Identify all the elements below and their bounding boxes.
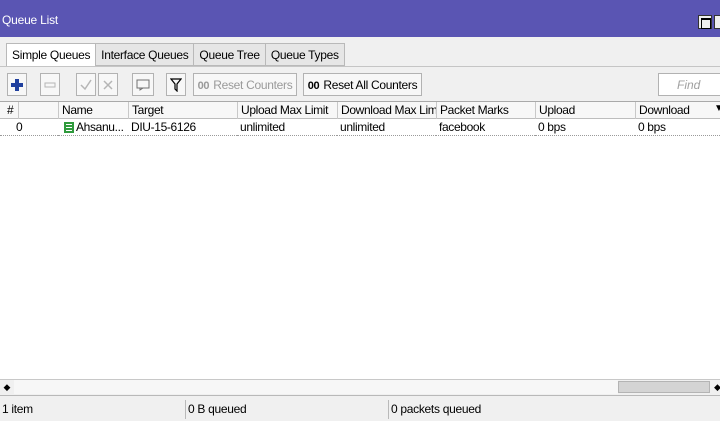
reset-counters-label: Reset Counters (213, 77, 293, 92)
row-upload-max-limit: unlimited (237, 119, 337, 136)
row-upload: 0 bps (535, 119, 635, 136)
scroll-track[interactable] (14, 380, 618, 394)
status-bytes-queued: 0 B queued (185, 400, 388, 419)
column-header-spacer (18, 102, 58, 119)
status-packets-queued: 0 packets queued (388, 400, 720, 419)
maximize-button[interactable] (698, 15, 712, 29)
filter-icon (170, 77, 182, 92)
reset-all-counters-button[interactable]: 00 Reset All Counters (303, 73, 422, 96)
title-bar: Queue List (0, 0, 720, 37)
add-button[interactable] (7, 73, 27, 96)
status-item-count: 1 item (2, 402, 33, 416)
toolbar: 00 Reset Counters 00 Reset All Counters Fi… (0, 66, 720, 100)
column-header-upload[interactable]: Upload (535, 102, 635, 119)
reset-counters-icon: 00 (197, 79, 210, 92)
horizontal-scrollbar[interactable]: ◆ ◆ (0, 379, 720, 394)
queue-name: Ahsanu... (76, 120, 124, 134)
column-header-upload-max-limit[interactable]: Upload Max Limit (237, 102, 337, 119)
row-download: 0 bps (635, 119, 720, 136)
disable-button[interactable] (98, 73, 118, 96)
reset-counters-button[interactable]: 00 Reset Counters (193, 73, 297, 96)
row-name: Ahsanu... (58, 119, 128, 136)
tab-interface-queues[interactable]: Interface Queues (96, 43, 195, 66)
column-header-target[interactable]: Target (128, 102, 237, 119)
tab-bar: Simple Queues Interface Queues Queue Tre… (6, 43, 345, 67)
plus-icon (11, 78, 23, 91)
row-packet-marks: facebook (436, 119, 535, 136)
reset-all-counters-icon: 00 (307, 79, 320, 92)
reset-all-counters-label: Reset All Counters (323, 77, 418, 92)
scroll-left-arrow-icon[interactable]: ◆ (0, 380, 14, 394)
find-input[interactable]: Find (658, 73, 720, 96)
column-header-name[interactable]: Name (58, 102, 128, 119)
column-header-download-max-limit[interactable]: Download Max Limit (337, 102, 436, 119)
window-title: Queue List (2, 13, 59, 27)
scroll-thumb[interactable] (618, 381, 710, 393)
close-button[interactable] (714, 15, 720, 29)
column-header-download[interactable]: Download (635, 102, 709, 119)
remove-button[interactable] (40, 73, 60, 96)
status-bar: 1 item 0 B queued 0 packets queued (0, 395, 720, 421)
enable-button[interactable] (76, 73, 96, 96)
queue-table: # Name Target Upload Max Limit Download … (0, 101, 720, 379)
window-body: Simple Queues Interface Queues Queue Tre… (0, 37, 720, 421)
row-number: 0 (0, 119, 58, 136)
column-header-number[interactable]: # (0, 102, 18, 119)
x-icon (103, 79, 113, 90)
filter-button[interactable] (166, 73, 186, 96)
column-header-packet-marks[interactable]: Packet Marks (436, 102, 535, 119)
check-icon (80, 79, 92, 90)
comment-button[interactable] (132, 73, 154, 96)
queue-icon (64, 122, 74, 133)
row-download-max-limit: unlimited (337, 119, 436, 136)
row-target: DIU-15-6126 (128, 119, 237, 136)
tab-queue-tree[interactable]: Queue Tree (194, 43, 266, 66)
table-row[interactable]: 0 Ahsanu... DIU-15-6126 unlimited unlimi… (0, 119, 720, 136)
tab-simple-queues[interactable]: Simple Queues (6, 43, 97, 67)
column-menu-arrow-icon[interactable]: ▼ (714, 103, 720, 114)
comment-icon (136, 79, 150, 91)
tab-queue-types[interactable]: Queue Types (265, 43, 345, 66)
minus-icon (44, 82, 56, 87)
scroll-right-arrow-icon[interactable]: ◆ (714, 380, 720, 394)
table-header: # Name Target Upload Max Limit Download … (0, 102, 720, 119)
